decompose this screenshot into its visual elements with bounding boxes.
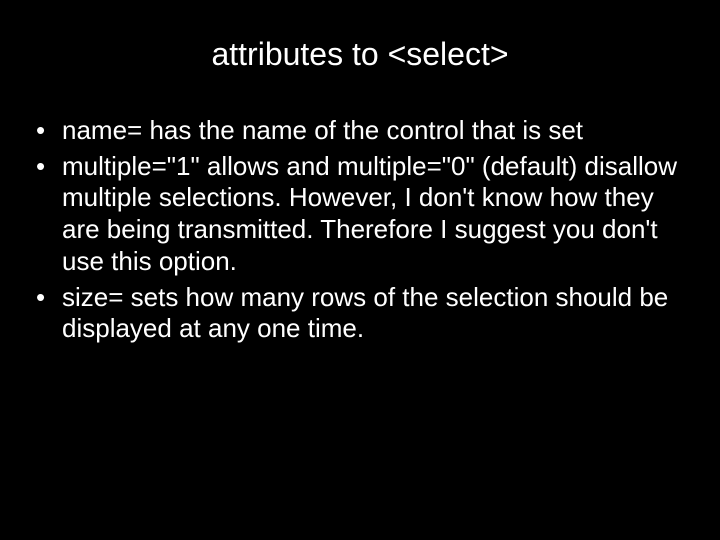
list-item: multiple="1" allows and multiple="0" (de… bbox=[32, 151, 696, 278]
slide-container: attributes to <select> name= has the nam… bbox=[0, 0, 720, 540]
slide-title: attributes to <select> bbox=[24, 36, 696, 73]
list-item: name= has the name of the control that i… bbox=[32, 115, 696, 147]
list-item: size= sets how many rows of the selectio… bbox=[32, 282, 696, 345]
bullet-list: name= has the name of the control that i… bbox=[24, 115, 696, 345]
